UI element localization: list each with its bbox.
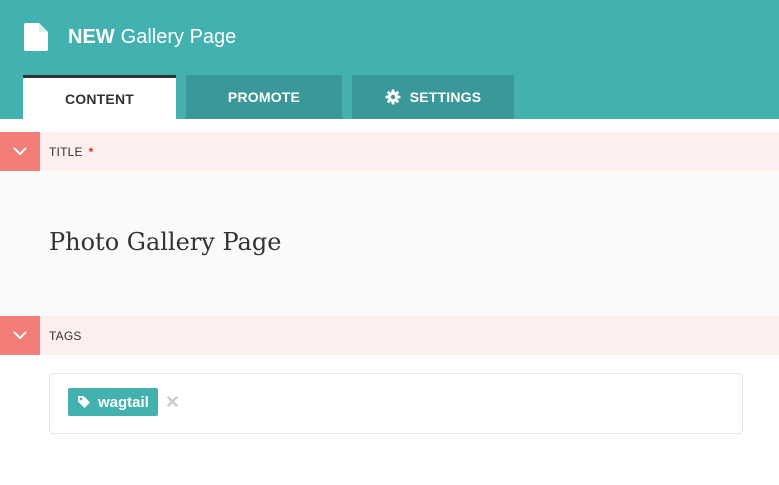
required-marker: *	[88, 145, 94, 159]
remove-tag-icon[interactable]	[165, 393, 179, 409]
tags-field-label: TAGS	[49, 329, 82, 343]
tab-content-label: CONTENT	[64, 90, 135, 107]
tab-settings[interactable]: SETTINGS	[352, 75, 514, 119]
tags-collapse-toggle[interactable]	[0, 316, 40, 355]
new-label: NEW	[68, 26, 115, 48]
tags-field-header: TAGS	[0, 316, 779, 355]
title-input[interactable]: Photo Gallery Page	[49, 228, 281, 256]
chevron-down-icon	[13, 331, 27, 339]
gear-icon	[385, 89, 401, 105]
page-type: Gallery Page	[120, 26, 237, 48]
title-label-text: TITLE	[49, 145, 83, 159]
chevron-down-icon	[13, 147, 27, 155]
tab-content[interactable]: CONTENT	[23, 75, 176, 119]
title-field-label: TITLE *	[49, 145, 94, 159]
title-collapse-toggle[interactable]	[0, 132, 40, 171]
tags-input[interactable]: wagtail	[49, 373, 743, 434]
document-icon	[24, 23, 48, 51]
tab-settings-label: SETTINGS	[409, 89, 482, 105]
tag-icon	[78, 396, 90, 408]
close-icon	[166, 395, 178, 407]
tag-chip[interactable]: wagtail	[68, 388, 158, 416]
title-field-header: TITLE *	[0, 132, 779, 171]
tag-label: wagtail	[98, 393, 149, 411]
tab-promote-label: PROMOTE	[227, 89, 301, 105]
tab-promote[interactable]: PROMOTE	[186, 75, 342, 119]
page-header: NEW Gallery Page CONTENT PROMOTE SETTINGS	[0, 0, 779, 119]
page-title: NEW Gallery Page	[68, 24, 236, 50]
